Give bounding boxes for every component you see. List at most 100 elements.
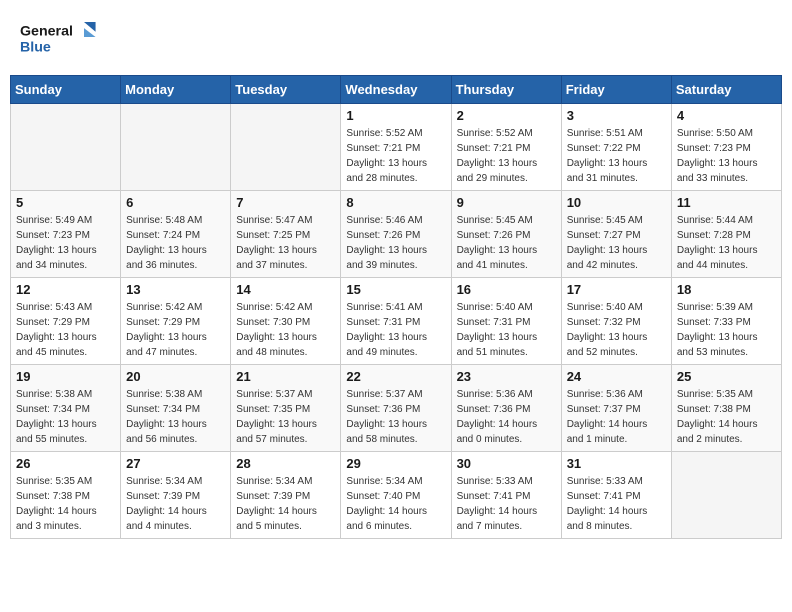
calendar-cell	[121, 104, 231, 191]
day-number: 29	[346, 456, 445, 471]
day-info: Sunrise: 5:50 AMSunset: 7:23 PMDaylight:…	[677, 126, 776, 186]
calendar-cell: 26 Sunrise: 5:35 AMSunset: 7:38 PMDayligh…	[11, 452, 121, 539]
calendar-cell: 23Sunrise: 5:36 AMSunset: 7:36 PMDayligh…	[451, 365, 561, 452]
day-info: Sunrise: 5:52 AMSunset: 7:21 PMDaylight:…	[346, 126, 445, 186]
day-info: Sunrise: 5:44 AMSunset: 7:28 PMDaylight:…	[677, 213, 776, 273]
day-info: Sunrise: 5:40 AMSunset: 7:32 PMDaylight:…	[567, 300, 666, 360]
logo-svg: General Blue	[20, 15, 100, 60]
svg-text:Blue: Blue	[20, 39, 51, 55]
day-header-saturday: Saturday	[671, 76, 781, 104]
day-info: Sunrise: 5:45 AMSunset: 7:26 PMDaylight:…	[457, 213, 556, 273]
day-info: Sunrise: 5:41 AMSunset: 7:31 PMDaylight:…	[346, 300, 445, 360]
calendar-cell: 12Sunrise: 5:43 AMSunset: 7:29 PMDayligh…	[11, 278, 121, 365]
calendar-cell: 15 Sunrise: 5:41 AMSunset: 7:31 PMDayligh…	[341, 278, 451, 365]
calendar-cell: 20Sunrise: 5:38 AMSunset: 7:34 PMDayligh…	[121, 365, 231, 452]
day-info: Sunrise: 5:36 AMSunset: 7:36 PMDaylight:…	[457, 387, 556, 447]
day-number: 30	[457, 456, 556, 471]
calendar-cell: 1 Sunrise: 5:52 AMSunset: 7:21 PMDaylight…	[341, 104, 451, 191]
calendar-cell: 19 Sunrise: 5:38 AMSunset: 7:34 PMDayligh…	[11, 365, 121, 452]
day-info: Sunrise: 5:36 AMSunset: 7:37 PMDaylight:…	[567, 387, 666, 447]
day-header-sunday: Sunday	[11, 76, 121, 104]
calendar-cell: 8 Sunrise: 5:46 AMSunset: 7:26 PMDaylight…	[341, 191, 451, 278]
day-info: Sunrise: 5:42 AMSunset: 7:29 PMDaylight:…	[126, 300, 225, 360]
calendar-cell: 28 Sunrise: 5:34 AMSunset: 7:39 PMDayligh…	[231, 452, 341, 539]
calendar-week-row: 19 Sunrise: 5:38 AMSunset: 7:34 PMDayligh…	[11, 365, 782, 452]
day-number: 25	[677, 369, 776, 384]
calendar-cell	[11, 104, 121, 191]
calendar-cell: 3 Sunrise: 5:51 AMSunset: 7:22 PMDaylight…	[561, 104, 671, 191]
day-number: 2	[457, 108, 556, 123]
calendar-cell: 27Sunrise: 5:34 AMSunset: 7:39 PMDayligh…	[121, 452, 231, 539]
calendar-cell: 13 Sunrise: 5:42 AMSunset: 7:29 PMDayligh…	[121, 278, 231, 365]
day-number: 3	[567, 108, 666, 123]
day-number: 21	[236, 369, 335, 384]
day-info: Sunrise: 5:33 AMSunset: 7:41 PMDaylight:…	[457, 474, 556, 534]
day-info: Sunrise: 5:51 AMSunset: 7:22 PMDaylight:…	[567, 126, 666, 186]
day-number: 19	[16, 369, 115, 384]
day-number: 5	[16, 195, 115, 210]
day-info: Sunrise: 5:42 AMSunset: 7:30 PMDaylight:…	[236, 300, 335, 360]
logo: General Blue	[20, 15, 100, 60]
day-info: Sunrise: 5:48 AMSunset: 7:24 PMDaylight:…	[126, 213, 225, 273]
day-number: 14	[236, 282, 335, 297]
day-number: 28	[236, 456, 335, 471]
svg-text:General: General	[20, 23, 73, 39]
day-number: 9	[457, 195, 556, 210]
day-header-thursday: Thursday	[451, 76, 561, 104]
day-info: Sunrise: 5:38 AMSunset: 7:34 PMDaylight:…	[16, 387, 115, 447]
calendar-cell: 18Sunrise: 5:39 AMSunset: 7:33 PMDayligh…	[671, 278, 781, 365]
day-info: Sunrise: 5:33 AMSunset: 7:41 PMDaylight:…	[567, 474, 666, 534]
calendar-cell: 30 Sunrise: 5:33 AMSunset: 7:41 PMDayligh…	[451, 452, 561, 539]
day-number: 11	[677, 195, 776, 210]
calendar-cell: 14 Sunrise: 5:42 AMSunset: 7:30 PMDayligh…	[231, 278, 341, 365]
day-number: 12	[16, 282, 115, 297]
calendar-cell: 10 Sunrise: 5:45 AMSunset: 7:27 PMDayligh…	[561, 191, 671, 278]
day-number: 31	[567, 456, 666, 471]
day-number: 18	[677, 282, 776, 297]
calendar-cell: 21 Sunrise: 5:37 AMSunset: 7:35 PMDayligh…	[231, 365, 341, 452]
calendar-cell: 11 Sunrise: 5:44 AMSunset: 7:28 PMDayligh…	[671, 191, 781, 278]
day-number: 6	[126, 195, 225, 210]
day-info: Sunrise: 5:40 AMSunset: 7:31 PMDaylight:…	[457, 300, 556, 360]
day-number: 10	[567, 195, 666, 210]
day-info: Sunrise: 5:34 AMSunset: 7:40 PMDaylight:…	[346, 474, 445, 534]
day-info: Sunrise: 5:35 AMSunset: 7:38 PMDaylight:…	[16, 474, 115, 534]
calendar-cell: 5Sunrise: 5:49 AMSunset: 7:23 PMDaylight…	[11, 191, 121, 278]
day-number: 13	[126, 282, 225, 297]
day-info: Sunrise: 5:37 AMSunset: 7:35 PMDaylight:…	[236, 387, 335, 447]
day-info: Sunrise: 5:52 AMSunset: 7:21 PMDaylight:…	[457, 126, 556, 186]
calendar-week-row: 12Sunrise: 5:43 AMSunset: 7:29 PMDayligh…	[11, 278, 782, 365]
day-number: 20	[126, 369, 225, 384]
calendar-week-row: 5Sunrise: 5:49 AMSunset: 7:23 PMDaylight…	[11, 191, 782, 278]
day-info: Sunrise: 5:37 AMSunset: 7:36 PMDaylight:…	[346, 387, 445, 447]
calendar-cell: 2 Sunrise: 5:52 AMSunset: 7:21 PMDaylight…	[451, 104, 561, 191]
day-number: 22	[346, 369, 445, 384]
day-header-monday: Monday	[121, 76, 231, 104]
page-header: General Blue	[10, 10, 782, 65]
day-number: 8	[346, 195, 445, 210]
day-number: 17	[567, 282, 666, 297]
calendar-cell: 24 Sunrise: 5:36 AMSunset: 7:37 PMDayligh…	[561, 365, 671, 452]
day-header-tuesday: Tuesday	[231, 76, 341, 104]
calendar-cell: 22 Sunrise: 5:37 AMSunset: 7:36 PMDayligh…	[341, 365, 451, 452]
day-info: Sunrise: 5:46 AMSunset: 7:26 PMDaylight:…	[346, 213, 445, 273]
day-header-wednesday: Wednesday	[341, 76, 451, 104]
day-number: 1	[346, 108, 445, 123]
day-info: Sunrise: 5:34 AMSunset: 7:39 PMDaylight:…	[236, 474, 335, 534]
day-header-friday: Friday	[561, 76, 671, 104]
calendar-cell: 4Sunrise: 5:50 AMSunset: 7:23 PMDaylight…	[671, 104, 781, 191]
day-number: 7	[236, 195, 335, 210]
calendar-cell	[671, 452, 781, 539]
calendar-cell: 17 Sunrise: 5:40 AMSunset: 7:32 PMDayligh…	[561, 278, 671, 365]
calendar-header-row: SundayMondayTuesdayWednesdayThursdayFrid…	[11, 76, 782, 104]
day-number: 26	[16, 456, 115, 471]
calendar-cell	[231, 104, 341, 191]
calendar-cell: 29 Sunrise: 5:34 AMSunset: 7:40 PMDayligh…	[341, 452, 451, 539]
day-number: 15	[346, 282, 445, 297]
day-info: Sunrise: 5:34 AMSunset: 7:39 PMDaylight:…	[126, 474, 225, 534]
calendar-table: SundayMondayTuesdayWednesdayThursdayFrid…	[10, 75, 782, 539]
day-info: Sunrise: 5:45 AMSunset: 7:27 PMDaylight:…	[567, 213, 666, 273]
calendar-cell: 7Sunrise: 5:47 AMSunset: 7:25 PMDaylight…	[231, 191, 341, 278]
day-number: 24	[567, 369, 666, 384]
calendar-week-row: 26 Sunrise: 5:35 AMSunset: 7:38 PMDayligh…	[11, 452, 782, 539]
